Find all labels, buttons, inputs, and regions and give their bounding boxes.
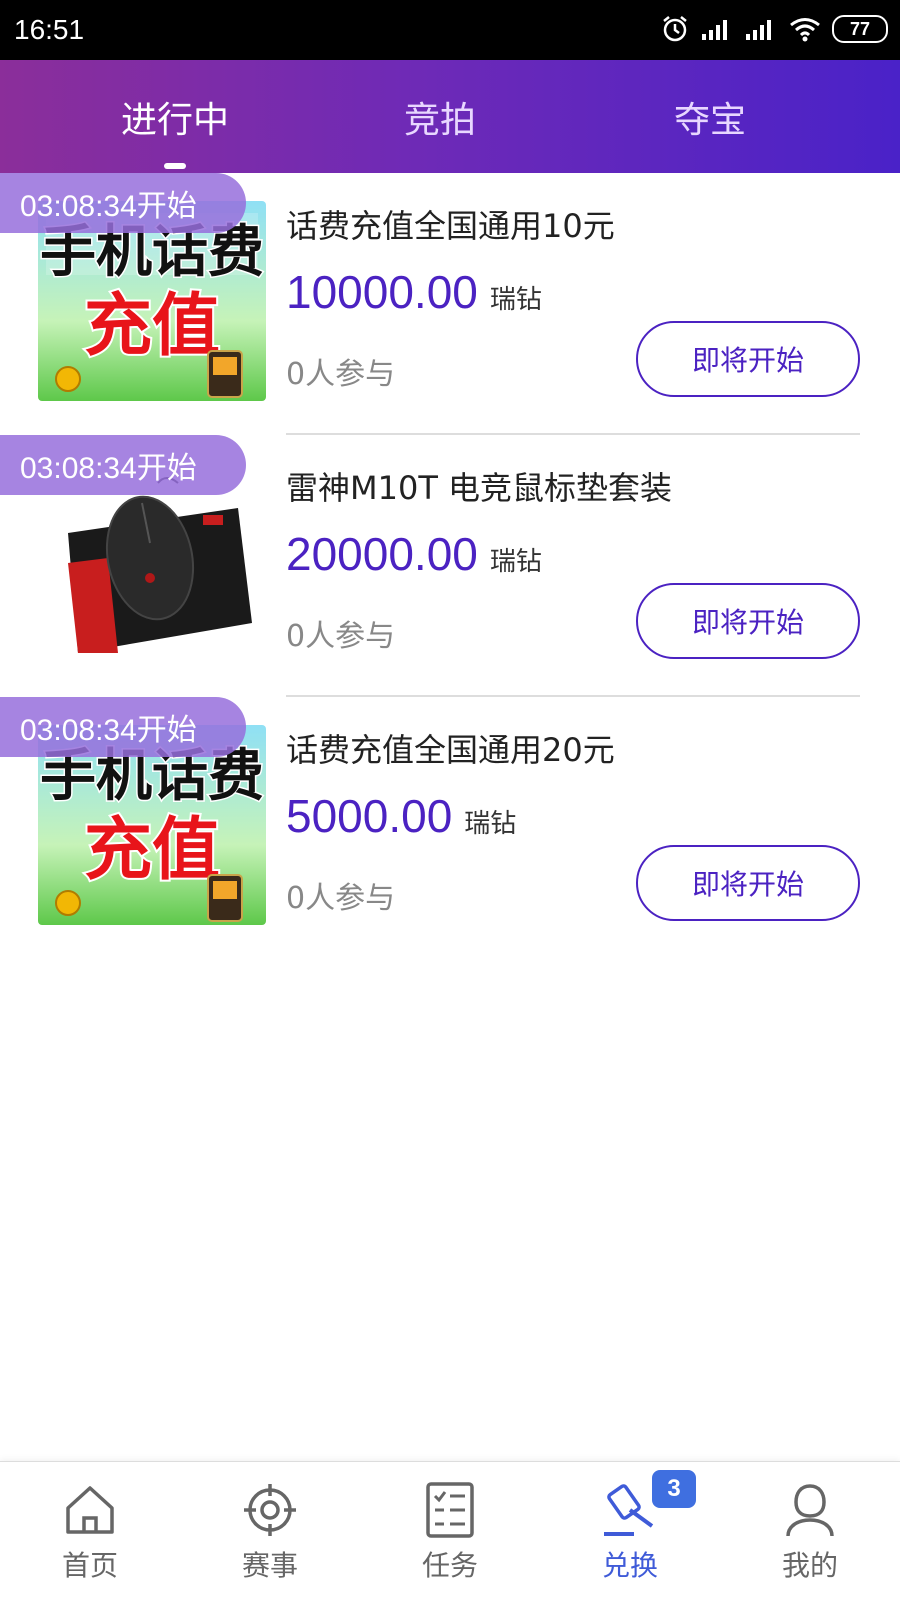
status-bar: 16:51 77 — [0, 0, 900, 60]
status-time: 16:51 — [14, 14, 85, 45]
signal-icon — [702, 20, 727, 40]
alarm-icon — [663, 16, 687, 42]
nav-exchange[interactable]: 兑换 3 — [540, 1462, 720, 1600]
participants-count: 0人参与 — [286, 619, 396, 654]
home-icon — [66, 1486, 114, 1534]
start-time-badge: 03:08:34开始 — [0, 173, 246, 233]
battery-icon: 77 — [832, 15, 888, 43]
tab-label: 进行中 — [120, 99, 229, 141]
item-title: 话费充值全国通用20元 — [286, 731, 615, 769]
status-icons: 77 — [660, 14, 888, 44]
item-title: 雷神M10T 电竞鼠标垫套装 — [286, 469, 673, 507]
nav-mine[interactable]: 我的 — [720, 1462, 900, 1600]
participants-count: 0人参与 — [286, 881, 396, 916]
coming-soon-button[interactable]: 即将开始 — [636, 583, 860, 659]
item-price: 5000.00 瑞钻 — [286, 789, 516, 843]
nav-tasks[interactable]: 任务 — [360, 1462, 540, 1600]
tab-treasure[interactable]: 夺宝 — [560, 60, 860, 173]
item-price: 20000.00 瑞钻 — [286, 527, 542, 581]
tab-in-progress[interactable]: 进行中 — [25, 60, 325, 173]
nav-label: 我的 — [781, 1549, 838, 1582]
task-list-icon — [426, 1482, 474, 1538]
wifi-icon — [790, 18, 820, 42]
nav-label: 兑换 — [601, 1549, 658, 1582]
exchange-count-badge: 3 — [652, 1470, 696, 1508]
tab-label: 夺宝 — [673, 99, 746, 141]
nav-label: 任务 — [421, 1549, 478, 1582]
item-title: 话费充值全国通用10元 — [286, 207, 615, 245]
tab-auction[interactable]: 竞拍 — [290, 60, 590, 173]
image-text-line2: 充值 — [84, 287, 220, 366]
list-item[interactable]: 手机话费 充值 03:08:34开始 话费充值全国通用20元 5000.00 瑞钻… — [0, 697, 900, 959]
start-time-badge: 03:08:34开始 — [0, 435, 246, 495]
price-value: 10000.00 — [286, 266, 478, 318]
item-price: 10000.00 瑞钻 — [286, 265, 542, 319]
list-item[interactable]: 03:08:34开始 雷神M10T 电竞鼠标垫套装 20000.00 瑞钻 0人参… — [0, 435, 900, 697]
gavel-icon — [604, 1484, 654, 1536]
price-unit: 瑞钻 — [464, 809, 517, 839]
image-text-line2: 充值 — [84, 811, 220, 890]
price-unit: 瑞钻 — [489, 285, 542, 315]
active-tab-indicator — [164, 163, 186, 169]
nav-home[interactable]: 首页 — [0, 1462, 180, 1600]
nav-label: 赛事 — [241, 1549, 298, 1582]
nav-label: 首页 — [61, 1549, 118, 1582]
price-value: 5000.00 — [286, 790, 453, 842]
coming-soon-button[interactable]: 即将开始 — [636, 845, 860, 921]
list-item[interactable]: 手机话费 充值 03:08:34开始 话费充值全国通用10元 10000.00 瑞… — [0, 173, 900, 435]
participants-count: 0人参与 — [286, 357, 396, 392]
coming-soon-button[interactable]: 即将开始 — [636, 321, 860, 397]
price-unit: 瑞钻 — [489, 547, 542, 577]
start-time-badge: 03:08:34开始 — [0, 697, 246, 757]
target-icon — [244, 1484, 296, 1536]
tab-header: 进行中 竞拍 夺宝 — [0, 60, 900, 173]
tab-label: 竞拍 — [403, 99, 476, 141]
product-list: 手机话费 充值 03:08:34开始 话费充值全国通用10元 10000.00 瑞… — [0, 173, 900, 959]
nav-events[interactable]: 赛事 — [180, 1462, 360, 1600]
signal-icon-2 — [746, 20, 771, 40]
price-value: 20000.00 — [286, 528, 478, 580]
user-icon — [786, 1484, 834, 1537]
bottom-nav: 首页 赛事 任务 兑换 3 我的 — [0, 1461, 900, 1600]
